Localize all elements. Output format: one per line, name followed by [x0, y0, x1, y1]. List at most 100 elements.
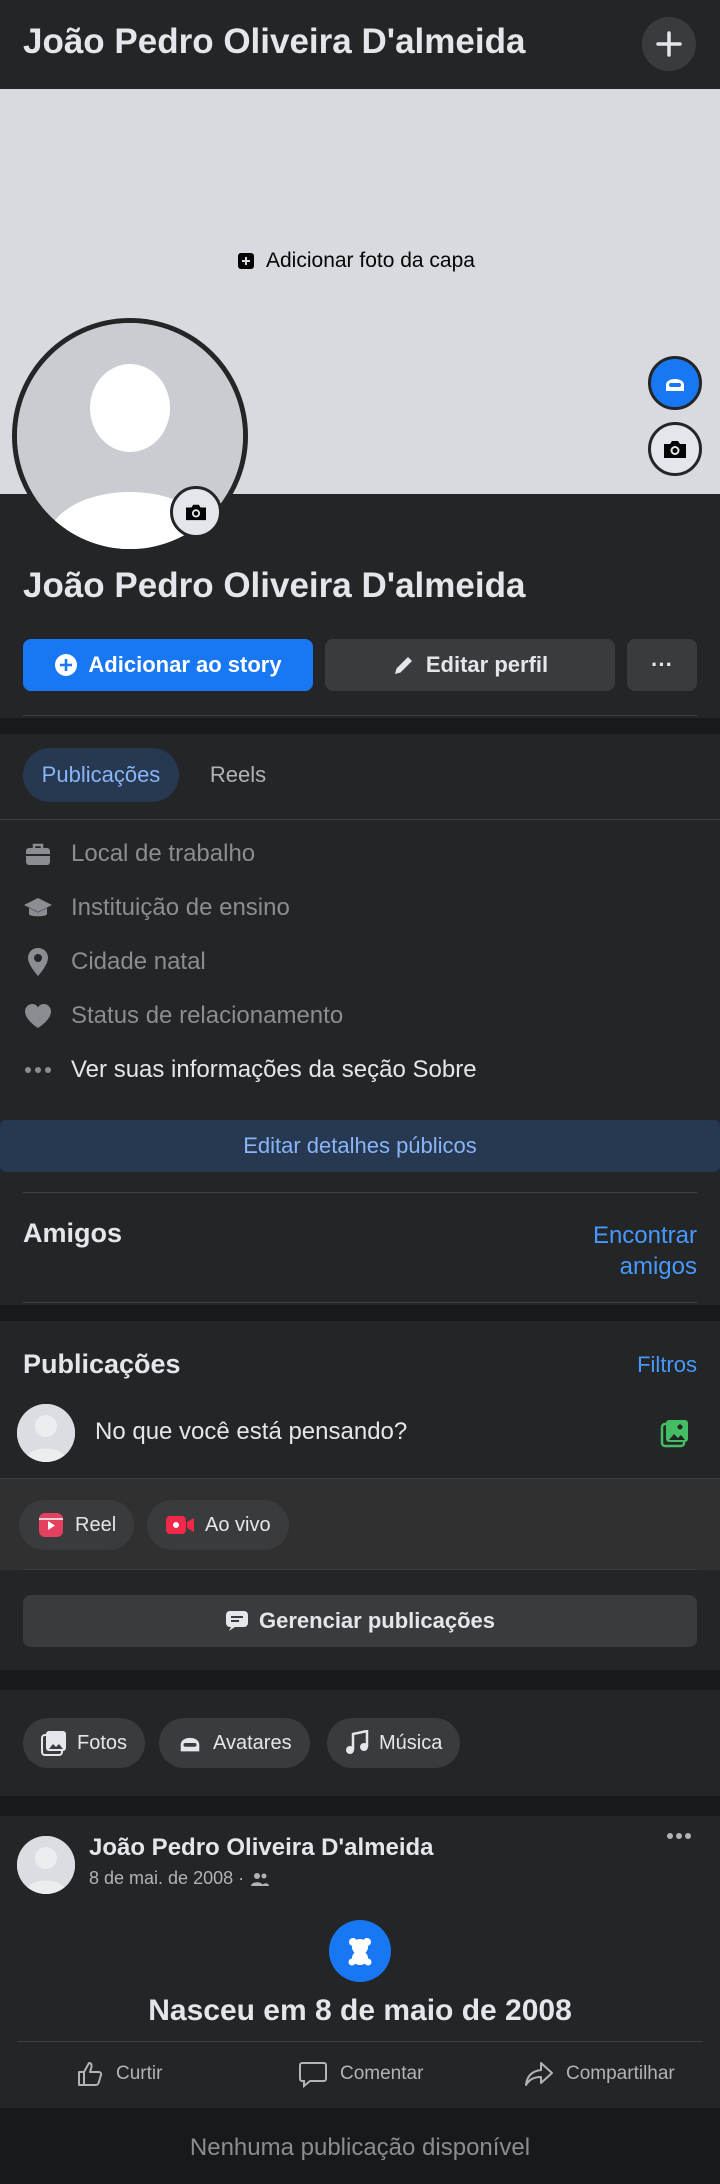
add-cover-label: Adicionar foto da capa: [266, 249, 475, 272]
divider: [23, 1302, 697, 1303]
camera-icon: [186, 504, 206, 521]
about-item-label: Instituição de ensino: [71, 894, 290, 921]
divider: [0, 819, 720, 820]
camera-icon: [664, 441, 686, 458]
manage-posts-icon: [226, 1611, 248, 1631]
post-meta: 8 de mai. de 2008 ·: [89, 1868, 270, 1889]
post-options-button[interactable]: [666, 1832, 692, 1840]
location-pin-icon: [23, 947, 53, 977]
about-item-label: Ver suas informações da seção Sobre: [71, 1056, 477, 1083]
create-button[interactable]: [642, 17, 696, 71]
life-event-badge: [329, 1920, 391, 1982]
find-friends-line2: amigos: [619, 1253, 697, 1280]
pencil-icon: [394, 657, 412, 674]
about-item-hometown[interactable]: Cidade natal: [23, 942, 206, 982]
comment-button[interactable]: Comentar: [298, 2060, 423, 2088]
plus-circle-icon: [55, 654, 78, 676]
friends-audience-icon: [251, 1872, 270, 1886]
photos-label: Fotos: [77, 1731, 128, 1754]
tab-label: Reels: [209, 762, 267, 787]
avatar[interactable]: [17, 1836, 75, 1894]
more-dots-icon: [23, 1055, 53, 1085]
reel-button[interactable]: Reel: [19, 1500, 135, 1550]
edit-profile-label: Editar perfil: [425, 652, 549, 677]
add-cover-photo-button[interactable]: Adicionar foto da capa: [236, 249, 475, 273]
about-see-more[interactable]: Ver suas informações da seção Sobre: [23, 1050, 477, 1090]
filters-link[interactable]: Filtros: [610, 1352, 697, 1378]
like-label: Curtir: [116, 2063, 163, 2084]
heart-icon: [23, 1001, 53, 1031]
top-bar: João Pedro Oliveira D'almeida: [0, 0, 720, 89]
more-dots-icon: [667, 1833, 691, 1839]
music-note-icon: [346, 1730, 369, 1754]
add-photo-icon: [238, 253, 254, 269]
tab-reels[interactable]: Reels: [188, 748, 288, 802]
cover-camera-button[interactable]: [648, 422, 702, 476]
about-item-relationship[interactable]: Status de relacionamento: [23, 996, 343, 1036]
add-to-story-button[interactable]: Adicionar ao story: [23, 639, 313, 691]
photos-pill[interactable]: Fotos: [23, 1718, 146, 1768]
avatars-pill[interactable]: Avatares: [159, 1718, 310, 1768]
more-options-button[interactable]: ···: [627, 639, 697, 691]
page-title: João Pedro Oliveira D'almeida: [23, 22, 526, 61]
share-button[interactable]: Compartilhar: [524, 2060, 675, 2088]
thumbs-up-icon: [78, 2062, 103, 2086]
live-label: Ao vivo: [205, 1513, 271, 1536]
briefcase-icon: [23, 839, 53, 869]
edit-public-details-button[interactable]: Editar detalhes públicos: [0, 1120, 720, 1172]
divider: [23, 1569, 697, 1570]
avatar-button[interactable]: [648, 356, 702, 410]
manage-posts-label: Gerenciar publicações: [259, 1608, 495, 1633]
about-item-school[interactable]: Instituição de ensino: [23, 888, 290, 928]
reel-label: Reel: [75, 1513, 117, 1536]
tab-label: Publicações: [41, 762, 161, 787]
avatar: [17, 1404, 75, 1462]
like-button[interactable]: Curtir: [76, 2060, 162, 2088]
teddy-bear-icon: [348, 1938, 372, 1966]
find-friends-line1: Encontrar: [592, 1222, 697, 1249]
find-friends-link[interactable]: Encontrar amigos: [560, 1220, 697, 1282]
comment-icon: [299, 2062, 327, 2088]
more-dots-icon: ···: [651, 652, 673, 677]
live-button[interactable]: Ao vivo: [147, 1500, 289, 1550]
manage-posts-button[interactable]: Gerenciar publicações: [23, 1595, 697, 1647]
post-author[interactable]: João Pedro Oliveira D'almeida: [89, 1834, 434, 1862]
section-separator: [0, 718, 720, 734]
avatars-label: Avatares: [213, 1731, 292, 1754]
share-label: Compartilhar: [566, 2063, 675, 2084]
no-posts-message: Nenhuma publicação disponível: [189, 2134, 531, 2161]
divider: [0, 1478, 720, 1479]
profile-name: João Pedro Oliveira D'almeida: [23, 566, 526, 605]
divider: [23, 1192, 697, 1193]
music-label: Música: [379, 1731, 443, 1754]
divider: [17, 2041, 703, 2042]
add-to-story-label: Adicionar ao story: [88, 652, 282, 677]
reel-icon: [39, 1513, 63, 1537]
edit-profile-button[interactable]: Editar perfil: [325, 639, 615, 691]
live-video-icon: [166, 1516, 194, 1534]
about-item-workplace[interactable]: Local de trabalho: [23, 834, 255, 874]
life-event-text: Nasceu em 8 de maio de 2008: [148, 1994, 572, 2027]
edit-details-label: Editar detalhes públicos: [243, 1133, 477, 1158]
tab-publicacoes[interactable]: Publicações: [23, 748, 179, 802]
friends-title: Amigos: [23, 1218, 123, 1248]
profile-picture-camera-button[interactable]: [170, 486, 222, 538]
photo-icon[interactable]: [660, 1418, 690, 1448]
about-item-label: Local de trabalho: [71, 840, 256, 867]
about-item-label: Cidade natal: [71, 948, 206, 975]
avatar-icon: [180, 1737, 200, 1752]
section-separator: [0, 1796, 720, 1816]
about-item-label: Status de relacionamento: [71, 1002, 344, 1029]
divider: [23, 715, 697, 716]
plus-icon: [656, 31, 682, 57]
posts-title: Publicações: [23, 1349, 181, 1379]
avatar-icon: [666, 379, 684, 391]
music-pill[interactable]: Música: [327, 1718, 461, 1768]
share-arrow-icon: [525, 2062, 553, 2086]
section-separator: [0, 1670, 720, 1690]
section-separator: [0, 1305, 720, 1321]
comment-label: Comentar: [340, 2063, 424, 2084]
post-date: 8 de mai. de 2008 ·: [89, 1868, 245, 1888]
composer-input[interactable]: No que você está pensando?: [95, 1418, 407, 1446]
photos-icon: [41, 1731, 66, 1756]
